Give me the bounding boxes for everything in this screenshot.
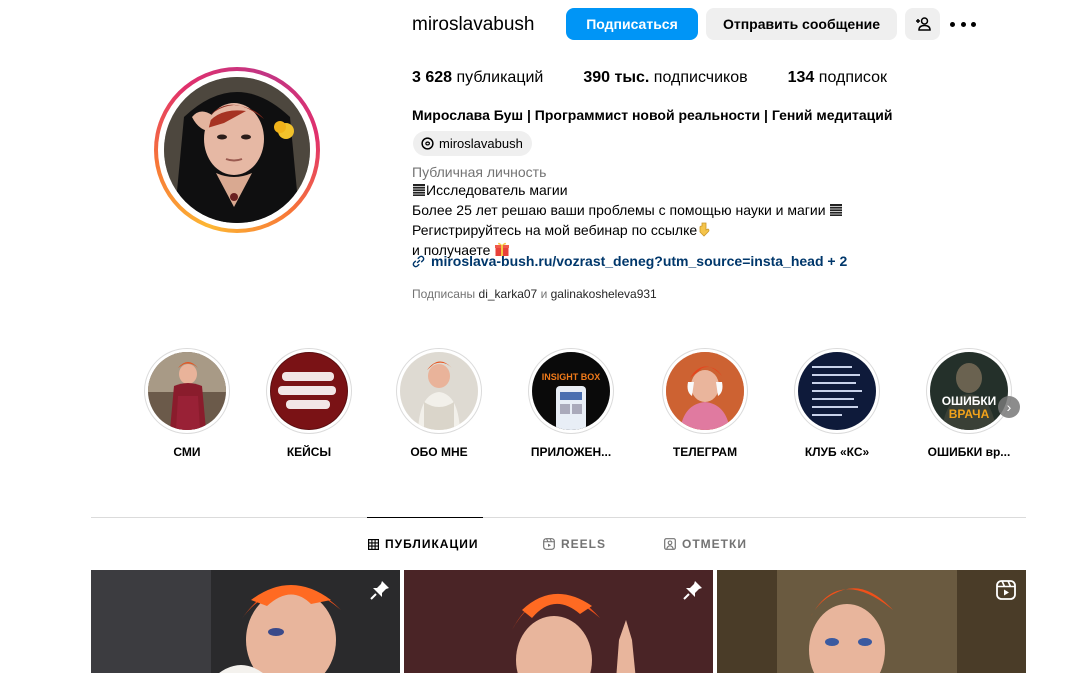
- posts-stat: 3 628 публикаций: [412, 68, 543, 88]
- reel-icon: [996, 580, 1016, 600]
- highlight-cover: [798, 352, 876, 430]
- followers-stat[interactable]: 390 тыс. подписчиков: [583, 68, 747, 88]
- posts-count: 3 628: [412, 69, 453, 86]
- profile-stats: 3 628 публикаций 390 тыс. подписчиков 13…: [412, 68, 927, 88]
- followed-by-user[interactable]: di_karka07: [479, 287, 538, 301]
- profile-category: Публичная личность: [412, 164, 547, 180]
- post-thumbnail[interactable]: [404, 570, 713, 673]
- post-thumbnail[interactable]: [91, 570, 400, 673]
- highlight-cases[interactable]: КЕЙСЫ: [254, 348, 364, 460]
- tabs-divider: [91, 517, 1026, 518]
- highlight-about[interactable]: ОБО МНЕ: [384, 348, 494, 460]
- follow-button[interactable]: Подписаться: [566, 8, 698, 40]
- tab-posts[interactable]: ПУБЛИКАЦИИ: [368, 536, 478, 552]
- highlight-telegram[interactable]: ТЕЛЕГРАМ: [650, 348, 760, 460]
- followed-by-and: и: [540, 287, 548, 301]
- vracha-text: ВРАЧА: [948, 407, 990, 421]
- threads-icon: [421, 137, 434, 150]
- followers-label: подписчиков: [653, 69, 748, 86]
- bio-line-2: Более 25 лет решаю ваши проблемы с помощ…: [412, 202, 826, 218]
- post-thumbnail[interactable]: [717, 570, 1026, 673]
- highlight-label: СМИ: [173, 445, 201, 459]
- followers-count: 390 тыс.: [583, 69, 650, 86]
- highlight-label: ТЕЛЕГРАМ: [672, 445, 738, 459]
- highlight-ring: [144, 348, 230, 434]
- oshibki-text: ОШИБКИ: [941, 394, 997, 408]
- posts-label: публикаций: [456, 69, 544, 86]
- highlight-label: ОШИБКИ вр...: [927, 445, 1011, 459]
- highlight-ring: [396, 348, 482, 434]
- add-person-icon: [915, 17, 931, 31]
- highlight-cover: [148, 352, 226, 430]
- tab-tagged[interactable]: ОТМЕТКИ: [664, 536, 747, 552]
- black-flag-icon: [412, 183, 426, 201]
- tab-label: ОТМЕТКИ: [682, 537, 747, 551]
- link-icon: [412, 255, 425, 267]
- highlight-smi[interactable]: СМИ: [132, 348, 242, 460]
- highlight-ring: [662, 348, 748, 434]
- highlight-cover: INSIGHT BOX: [532, 352, 610, 430]
- following-count: 134: [787, 69, 815, 86]
- grid-icon: [368, 538, 379, 550]
- highlight-label: ОБО МНЕ: [410, 445, 468, 459]
- following-stat[interactable]: 134 подписок: [788, 68, 887, 88]
- bio-line-1: Исследователь магии: [426, 182, 568, 198]
- tab-label: REELS: [561, 537, 607, 551]
- profile-bio: Исследователь магии Более 25 лет решаю в…: [412, 181, 843, 261]
- highlight-ring: INSIGHT BOX: [528, 348, 614, 434]
- tagged-icon: [664, 538, 676, 550]
- black-flag-icon: [829, 203, 843, 221]
- highlight-label: КЕЙСЫ: [286, 445, 332, 459]
- insight-box-text: INSIGHT BOX: [541, 372, 601, 382]
- highlight-cover: ОШИБКИ ВРАЧА: [930, 352, 1008, 430]
- tab-reels[interactable]: REELS: [543, 536, 606, 552]
- highlight-club[interactable]: КЛУБ «КС»: [782, 348, 892, 460]
- followed-by-prefix: Подписаны: [412, 287, 476, 301]
- pin-icon: [683, 581, 702, 600]
- website-url: miroslava-bush.ru/vozrast_deneg?utm_sour…: [431, 253, 848, 269]
- threads-handle: miroslavabush: [439, 136, 523, 151]
- chevron-right-icon[interactable]: ›: [998, 396, 1020, 418]
- profile-avatar-ring[interactable]: [154, 67, 320, 233]
- highlight-label: КЛУБ «КС»: [804, 445, 870, 459]
- send-message-button[interactable]: Отправить сообщение: [706, 8, 897, 40]
- profile-avatar: [164, 77, 310, 223]
- more-options-icon[interactable]: [950, 14, 976, 34]
- threads-link[interactable]: miroslavabush: [413, 131, 532, 156]
- highlight-cover: [400, 352, 478, 430]
- highlight-cover: [666, 352, 744, 430]
- followed-by-user[interactable]: galinakosheleva931: [551, 287, 657, 301]
- story-highlights: СМИ КЕЙСЫ ОБО МНЕ INSIGHT BOX ПРИЛОЖЕН..…: [132, 348, 1022, 468]
- highlight-app[interactable]: INSIGHT BOX ПРИЛОЖЕН...: [516, 348, 626, 460]
- highlight-ring: ОШИБКИ ВРАЧА: [926, 348, 1012, 434]
- highlight-label: ПРИЛОЖЕН...: [530, 445, 612, 459]
- pin-icon: [370, 581, 389, 600]
- highlight-ring: [794, 348, 880, 434]
- highlight-cover: [270, 352, 348, 430]
- pointing-down-icon: [697, 222, 711, 241]
- profile-username: miroslavabush: [412, 14, 535, 35]
- followed-by[interactable]: Подписаны di_karka07 и galinakosheleva93…: [412, 286, 657, 302]
- active-tab-indicator: [367, 517, 483, 518]
- reels-icon: [543, 538, 555, 550]
- following-label: подписок: [818, 69, 888, 86]
- bio-line-3: Регистрируйтесь на мой вебинар по ссылке: [412, 222, 698, 238]
- profile-full-name: Мирослава Буш | Программист новой реальн…: [412, 107, 893, 123]
- highlight-ring: [266, 348, 352, 434]
- tab-label: ПУБЛИКАЦИИ: [385, 537, 479, 551]
- avatar-border: [158, 71, 316, 229]
- suggested-accounts-button[interactable]: [905, 8, 940, 40]
- profile-website-link[interactable]: miroslava-bush.ru/vozrast_deneg?utm_sour…: [412, 252, 847, 270]
